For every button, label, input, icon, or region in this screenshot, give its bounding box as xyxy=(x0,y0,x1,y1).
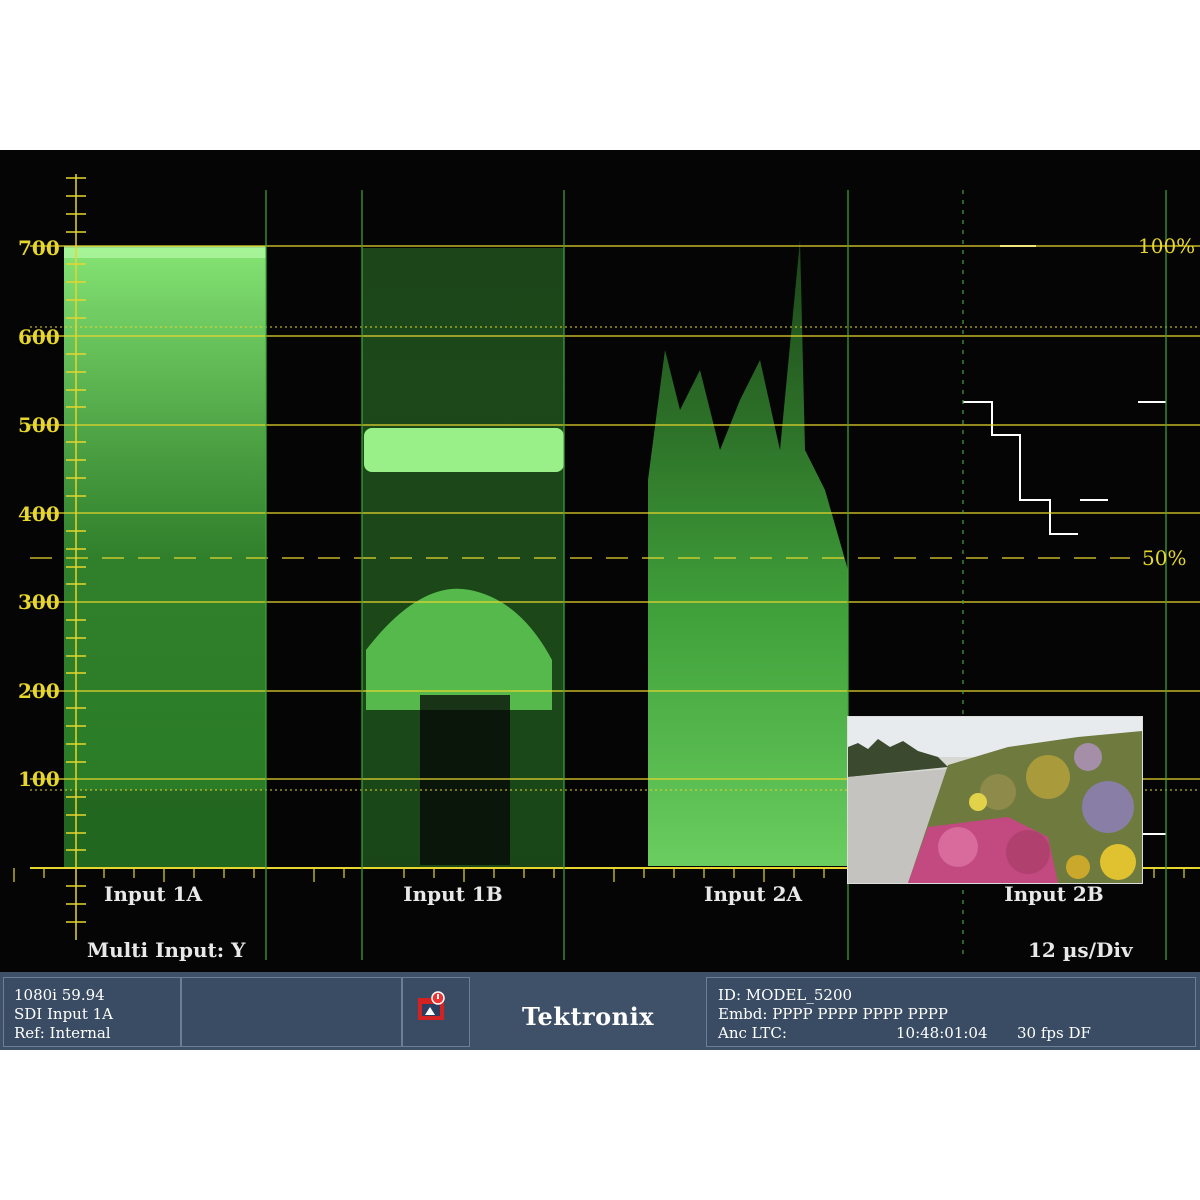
device-id: ID: MODEL_5200 xyxy=(718,986,853,1004)
brand-logo: Tektronix xyxy=(521,1002,655,1031)
empty-panel xyxy=(181,977,402,1047)
percent-label-100: 100% xyxy=(1138,234,1196,258)
trace-input-2a xyxy=(648,240,848,866)
embedded-audio: Embd: PPPP PPPP PPPP PPPP xyxy=(718,1005,948,1023)
input-1a-label: Input 1A xyxy=(103,882,203,906)
y-label-700: 700 xyxy=(18,236,60,260)
reference-status: Ref: Internal xyxy=(14,1024,111,1042)
frame-rate: 30 fps DF xyxy=(1017,1024,1091,1042)
input-1b-label: Input 1B xyxy=(403,882,503,906)
input-status: SDI Input 1A xyxy=(14,1005,114,1023)
percent-label-50: 50% xyxy=(1142,546,1187,570)
waveform-display: 700 600 500 400 300 200 100 100% 50% Inp… xyxy=(0,150,1200,972)
picture-thumbnail xyxy=(847,716,1143,884)
timebase-label: 12 µs/Div xyxy=(1028,938,1133,962)
mode-label: Multi Input: Y xyxy=(87,938,246,962)
timecode: 10:48:01:04 xyxy=(896,1024,988,1042)
anc-ltc-label: Anc LTC: xyxy=(718,1024,787,1042)
y-label-500: 500 xyxy=(18,413,60,437)
y-label-200: 200 xyxy=(18,679,60,703)
y-label-400: 400 xyxy=(18,502,60,526)
video-format: 1080i 59.94 xyxy=(14,986,105,1004)
y-label-600: 600 xyxy=(18,325,60,349)
input-2a-label: Input 2A xyxy=(703,882,803,906)
trace-input-1a xyxy=(64,246,266,868)
alarm-icon[interactable] xyxy=(416,990,448,1022)
input-2b-label: Input 2B xyxy=(1004,882,1104,906)
y-label-300: 300 xyxy=(18,590,60,614)
y-label-100: 100 xyxy=(18,767,60,791)
